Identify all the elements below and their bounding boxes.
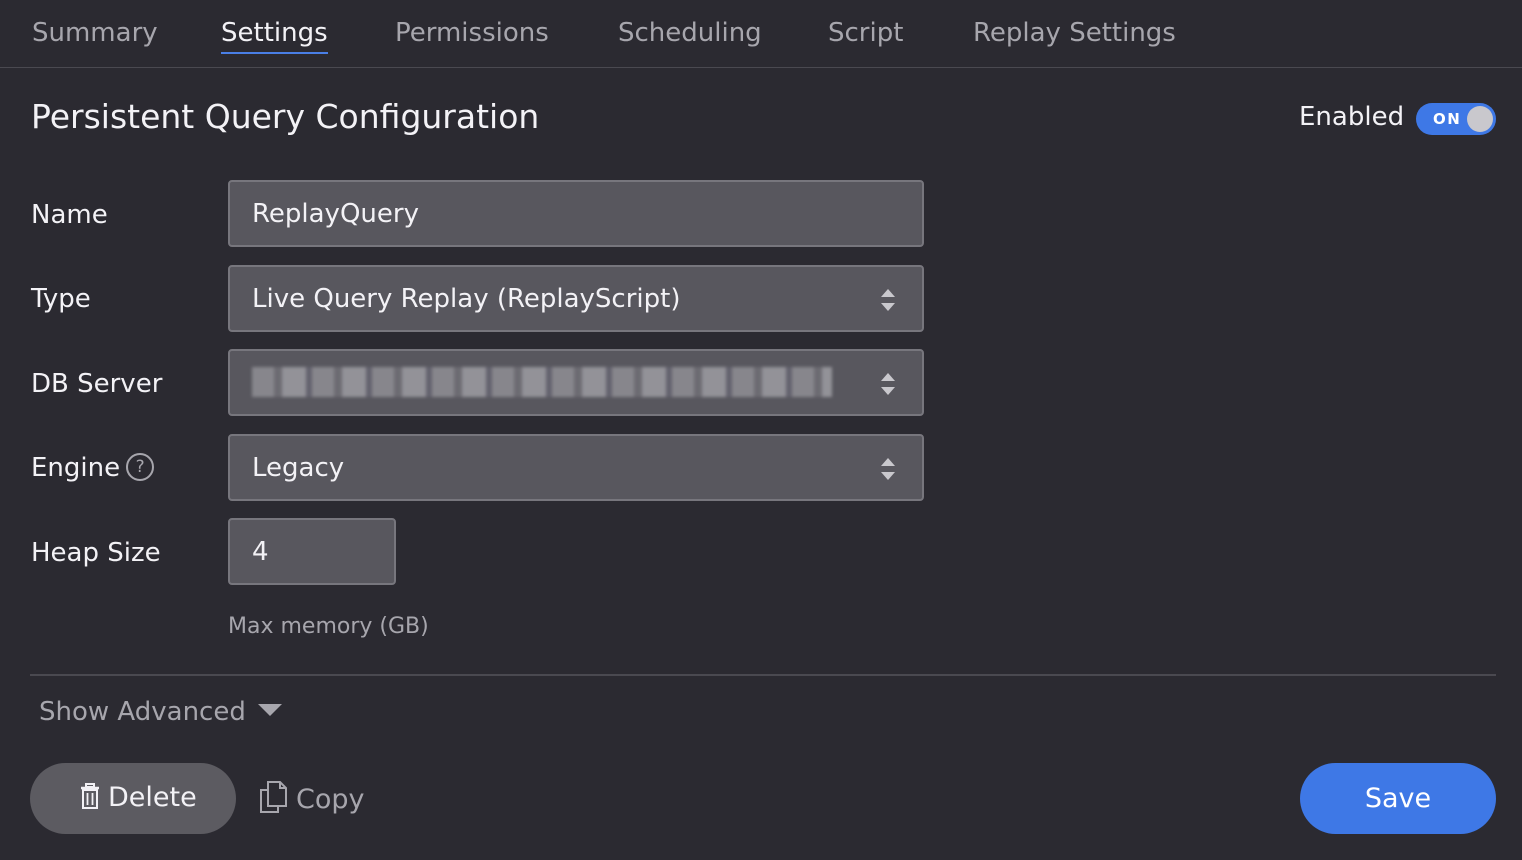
show-advanced-label: Show Advanced [39, 697, 246, 727]
type-select-value: Live Query Replay (ReplayScript) [252, 284, 681, 314]
tab-replay-settings[interactable]: Replay Settings [973, 16, 1176, 50]
tab-settings[interactable]: Settings [221, 16, 328, 54]
delete-label: Delete [108, 782, 197, 813]
heap-size-input[interactable]: 4 [228, 518, 396, 585]
db-server-select[interactable] [228, 349, 924, 416]
tab-script[interactable]: Script [828, 16, 903, 50]
copy-button[interactable]: Copy [258, 780, 365, 817]
redacted-db-server-value [252, 367, 832, 397]
copy-icon [260, 781, 287, 813]
type-select[interactable]: Live Query Replay (ReplayScript) [228, 265, 924, 332]
help-icon[interactable]: ? [126, 453, 155, 481]
sort-arrows-icon [881, 458, 895, 480]
tab-summary[interactable]: Summary [32, 16, 158, 50]
caret-down-icon [257, 704, 282, 716]
heap-size-hint: Max memory (GB) [228, 614, 429, 639]
tab-permissions[interactable]: Permissions [395, 16, 549, 50]
sort-arrows-icon [881, 373, 895, 395]
divider [30, 674, 1496, 676]
name-label: Name [31, 200, 108, 230]
trash-icon [81, 783, 99, 809]
engine-select[interactable]: Legacy [228, 434, 924, 501]
copy-label: Copy [296, 784, 365, 815]
name-input-value: ReplayQuery [252, 199, 419, 229]
page-title: Persistent Query Configuration [31, 97, 540, 136]
toggle-knob [1467, 106, 1493, 132]
tab-scheduling[interactable]: Scheduling [618, 16, 762, 50]
enabled-toggle[interactable]: ON [1416, 103, 1496, 135]
tab-bar: Summary Settings Permissions Scheduling … [0, 0, 1522, 68]
heap-size-label: Heap Size [31, 538, 161, 568]
engine-select-value: Legacy [252, 453, 345, 483]
engine-label-row: Engine? [31, 451, 155, 485]
save-button[interactable]: Save [1300, 763, 1496, 834]
sort-arrows-icon [881, 289, 895, 311]
db-server-label: DB Server [31, 369, 163, 399]
enabled-label: Enabled [1299, 102, 1405, 132]
toggle-state-text: ON [1433, 110, 1462, 128]
heap-size-value: 4 [252, 537, 269, 567]
name-input[interactable]: ReplayQuery [228, 180, 924, 247]
type-label: Type [31, 284, 91, 314]
delete-button[interactable]: Delete [30, 763, 236, 834]
show-advanced-toggle[interactable]: Show Advanced [39, 695, 282, 729]
engine-label: Engine [31, 453, 121, 483]
